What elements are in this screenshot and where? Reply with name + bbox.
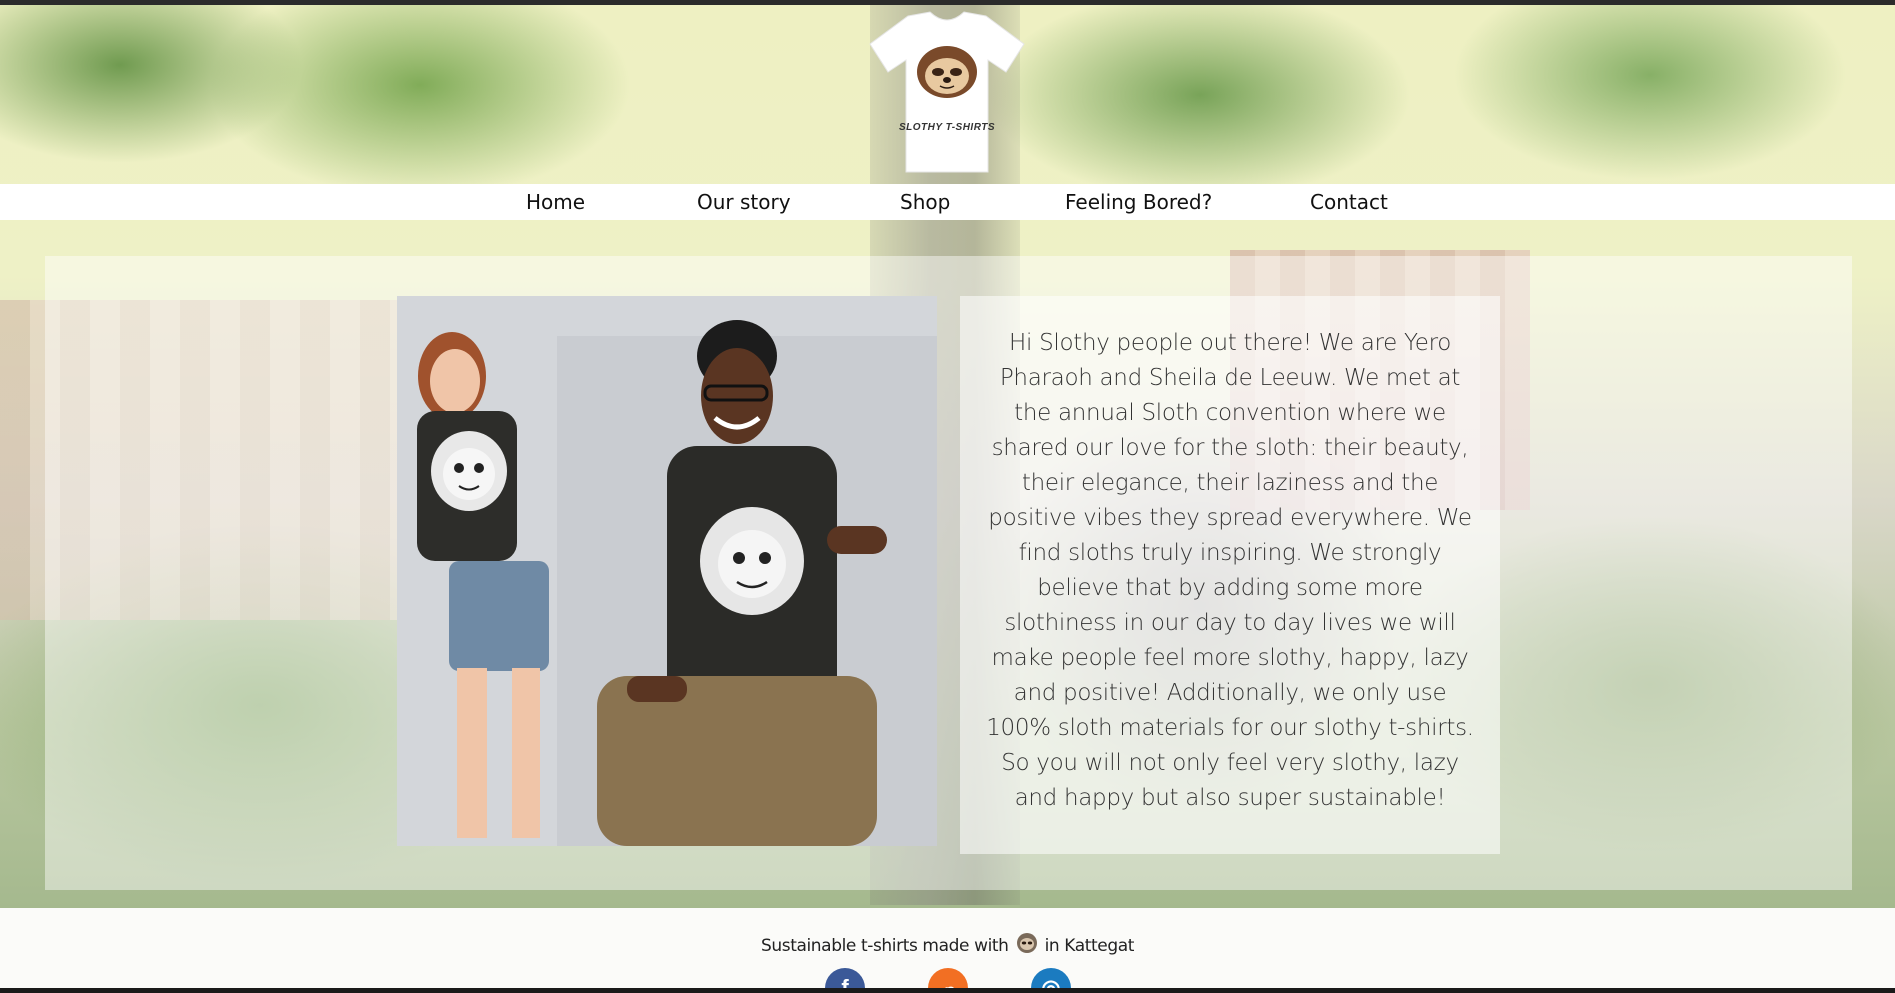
footer-text-before: Sustainable t-shirts made with xyxy=(760,936,1009,956)
footer-text-after: in Kattegat xyxy=(1044,936,1135,956)
sloth-icon xyxy=(1016,933,1037,953)
tshirt-logo-icon xyxy=(869,11,1025,173)
story-textbox: Hi Slothy people out there! We are Yero … xyxy=(960,296,1500,854)
nav-item-shop[interactable]: Shop xyxy=(900,190,950,214)
nav-item-contact[interactable]: Contact xyxy=(1310,190,1388,214)
nav-item-feeling-bored[interactable]: Feeling Bored? xyxy=(1065,190,1212,214)
logo-text: SLOTHY T-SHIRTS xyxy=(898,122,996,133)
page: SLOTHY T-SHIRTS Home Our story Shop Feel… xyxy=(0,0,1895,993)
story-text: Hi Slothy people out there! We are Yero … xyxy=(986,330,1474,811)
main-nav: Home Our story Shop Feeling Bored? Conta… xyxy=(0,184,1895,220)
logo[interactable]: SLOTHY T-SHIRTS xyxy=(868,10,1026,174)
team-photo xyxy=(397,296,937,846)
team-photo-illustration xyxy=(397,296,937,846)
footer-tagline: Sustainable t-shirts made with in Katteg… xyxy=(0,932,1895,956)
top-frame xyxy=(0,0,1895,5)
nav-item-our-story[interactable]: Our story xyxy=(697,190,791,214)
bottom-frame xyxy=(0,988,1895,993)
content-panel xyxy=(45,256,1852,890)
nav-item-home[interactable]: Home xyxy=(526,190,585,214)
